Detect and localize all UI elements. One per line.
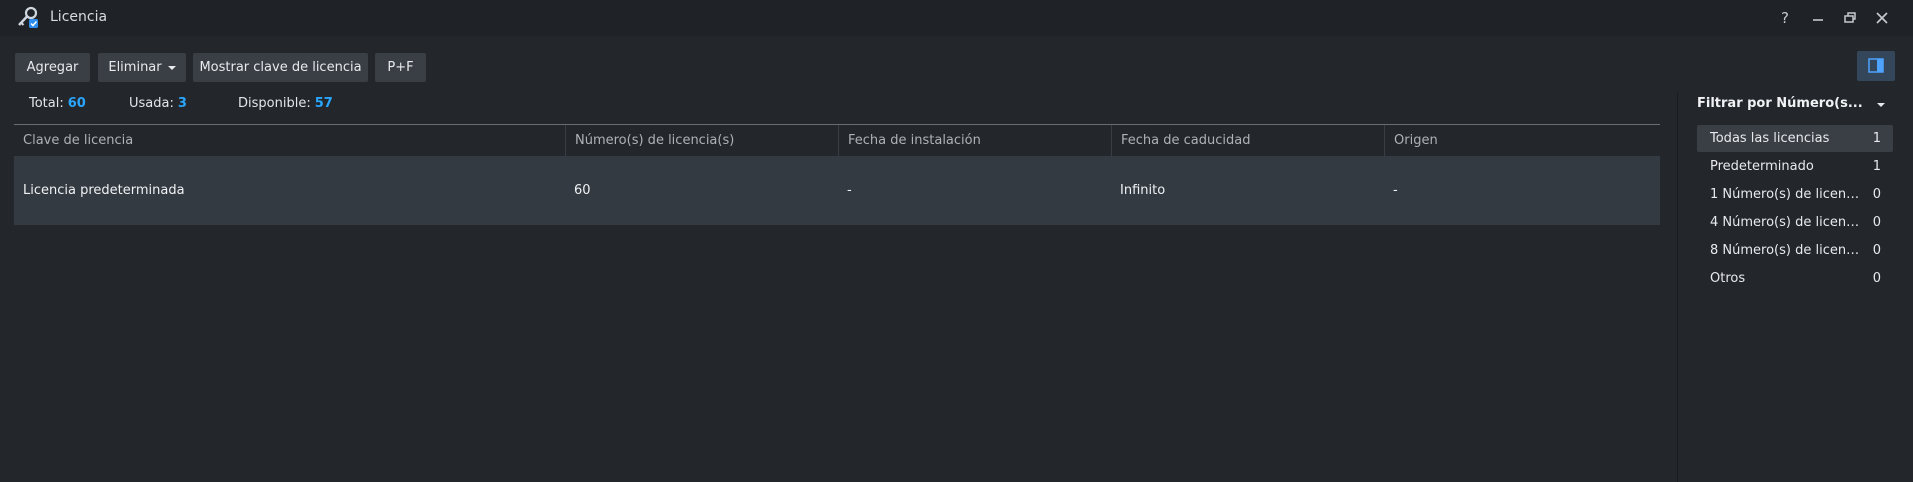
filter-dropdown-title[interactable]: Filtrar por Número(s... (1697, 96, 1863, 111)
filter-item-label: Otros (1710, 271, 1746, 286)
chevron-down-icon[interactable] (1877, 103, 1885, 107)
filter-item-count: 1 (1872, 131, 1881, 146)
filter-item-label: Predeterminado (1710, 159, 1814, 174)
add-button[interactable]: Agregar (15, 53, 90, 82)
cell-install-date: - (847, 183, 852, 198)
filter-item-1-license[interactable]: 1 Número(s) de licenci... 0 (1697, 181, 1893, 208)
filter-item-label: 4 Número(s) de licenci... (1710, 215, 1860, 230)
table-row[interactable]: Licencia predeterminada 60 - Infinito - (14, 156, 1660, 225)
filter-item-count: 0 (1872, 243, 1881, 258)
chevron-down-icon (167, 65, 176, 70)
column-header-expiry-date[interactable]: Fecha de caducidad (1111, 125, 1384, 156)
pf-button[interactable]: P+F (375, 53, 426, 82)
available-value: 57 (314, 96, 333, 111)
license-key-icon (18, 6, 38, 28)
filter-item-count: 0 (1872, 215, 1881, 230)
available-label: Disponible: (238, 96, 311, 111)
title-bar: Licencia ? (0, 0, 1913, 36)
panel-layout-icon (1868, 58, 1884, 73)
filter-item-label: 1 Número(s) de licenci... (1710, 187, 1860, 202)
filter-item-count: 0 (1872, 187, 1881, 202)
cell-license-count: 60 (574, 183, 591, 198)
used-label: Usada: (129, 96, 174, 111)
filter-item-label: Todas las licencias (1710, 131, 1830, 146)
summary-available: Disponible: 57 (238, 96, 333, 111)
delete-button[interactable]: Eliminar (98, 53, 186, 82)
toggle-panel-button[interactable] (1857, 51, 1895, 81)
show-license-key-button[interactable]: Mostrar clave de licencia (193, 53, 368, 82)
column-header-license-count[interactable]: Número(s) de licencia(s) (565, 125, 838, 156)
close-icon[interactable] (1872, 8, 1892, 28)
panel-divider (1677, 92, 1678, 482)
column-header-install-date[interactable]: Fecha de instalación (838, 125, 1111, 156)
total-value: 60 (67, 96, 86, 111)
summary-total: Total: 60 (29, 96, 86, 111)
filter-item-count: 0 (1872, 271, 1881, 286)
table-header: Clave de licencia Número(s) de licencia(… (14, 124, 1660, 156)
filter-item-default[interactable]: Predeterminado 1 (1697, 153, 1893, 180)
total-label: Total: (29, 96, 64, 111)
help-icon[interactable]: ? (1775, 8, 1795, 28)
window-title: Licencia (50, 9, 108, 25)
filter-item-all[interactable]: Todas las licencias 1 (1697, 125, 1893, 152)
restore-icon[interactable] (1840, 8, 1860, 28)
summary-used: Usada: 3 (129, 96, 187, 111)
filter-item-label: 8 Número(s) de licenci... (1710, 243, 1860, 258)
cell-expiry-date: Infinito (1120, 183, 1166, 198)
filter-item-4-licenses[interactable]: 4 Número(s) de licenci... 0 (1697, 209, 1893, 236)
minimize-icon[interactable] (1808, 8, 1828, 28)
filter-item-count: 1 (1872, 159, 1881, 174)
column-header-origin[interactable]: Origen (1384, 125, 1660, 156)
license-table: Clave de licencia Número(s) de licencia(… (14, 124, 1660, 225)
cell-origin: - (1393, 183, 1398, 198)
used-value: 3 (177, 96, 187, 111)
filter-item-8-licenses[interactable]: 8 Número(s) de licenci... 0 (1697, 237, 1893, 264)
cell-license-key: Licencia predeterminada (23, 183, 185, 198)
delete-button-label: Eliminar (108, 60, 162, 75)
column-header-license-key[interactable]: Clave de licencia (14, 125, 565, 156)
filter-item-others[interactable]: Otros 0 (1697, 265, 1893, 292)
